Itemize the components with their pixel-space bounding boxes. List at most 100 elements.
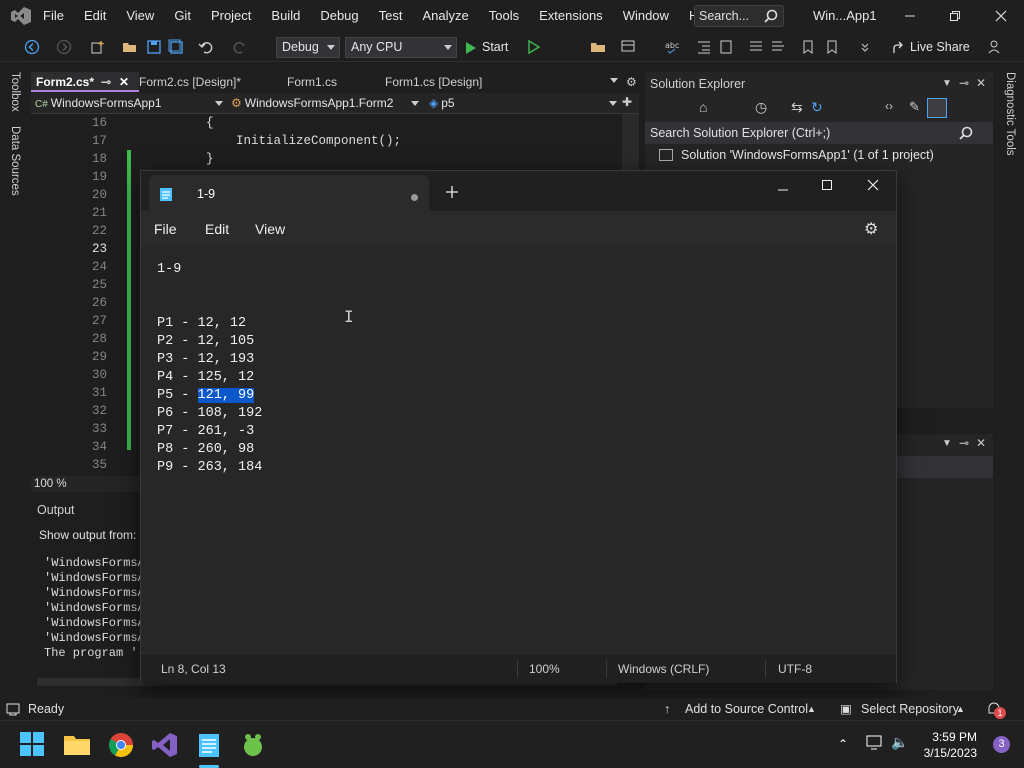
project-dropdown[interactable]: C# WindowsFormsApp1: [35, 93, 225, 113]
visual-studio-logo-icon[interactable]: [10, 6, 32, 26]
tab-form1-cs[interactable]: Form1.cs: [287, 72, 385, 92]
undo-icon[interactable]: [198, 39, 214, 55]
network-icon[interactable]: [866, 735, 884, 751]
save-all-icon[interactable]: [168, 39, 184, 55]
close-icon[interactable]: [867, 179, 879, 191]
chrome-icon[interactable]: [107, 731, 135, 759]
pin-icon[interactable]: ⊸: [959, 436, 969, 450]
home-icon[interactable]: ⌂: [699, 99, 707, 115]
tab-form2-cs[interactable]: Form2.cs* ⊸ ✕: [31, 72, 139, 92]
member-dropdown[interactable]: ◈ p5: [429, 93, 619, 113]
diagnostic-tools-tab[interactable]: Diagnostic Tools: [1004, 72, 1016, 156]
line-number: 23: [91, 242, 107, 256]
class-dropdown[interactable]: ⚙ WindowsFormsApp1.Form2: [231, 93, 421, 113]
platform-dropdown[interactable]: Any CPU: [345, 37, 457, 58]
split-editor-icon[interactable]: ✚: [622, 95, 632, 109]
status-divider: [765, 660, 766, 678]
menu-view[interactable]: View: [116, 0, 164, 32]
close-icon[interactable]: ✕: [976, 436, 986, 450]
settings-icon[interactable]: ⚙: [626, 75, 637, 89]
solution-explorer-search[interactable]: Search Solution Explorer (Ctrl+;): [645, 122, 993, 144]
start-button[interactable]: Start: [462, 37, 508, 58]
data-sources-tab[interactable]: Data Sources: [9, 126, 21, 196]
notepad-menu-file[interactable]: File: [154, 221, 177, 237]
close-icon[interactable]: [993, 8, 1009, 24]
properties-icon[interactable]: ✎: [909, 99, 920, 115]
select-repository[interactable]: Select Repository: [861, 698, 959, 720]
editor-zoom-level[interactable]: 100 %: [34, 476, 67, 492]
settings-icon[interactable]: ⚙: [864, 219, 878, 239]
redo-icon[interactable]: [232, 39, 248, 55]
unsaved-indicator-icon[interactable]: [411, 194, 418, 201]
view-code-icon[interactable]: ‹›: [885, 99, 893, 113]
toolbox-tab[interactable]: Toolbox: [9, 72, 21, 112]
taskbar-clock[interactable]: 3:59 PM 3/15/2023: [924, 729, 977, 761]
tab-list-dropdown-icon[interactable]: [609, 77, 619, 85]
close-icon[interactable]: ✕: [976, 76, 986, 90]
sync-icon[interactable]: ⇆: [791, 99, 803, 116]
solution-root-node[interactable]: Solution 'WindowsFormsApp1' (1 of 1 proj…: [659, 146, 934, 164]
format-icon[interactable]: [718, 39, 734, 55]
start-without-debugging-icon[interactable]: [526, 39, 542, 55]
minimize-icon[interactable]: [902, 8, 918, 24]
menu-project[interactable]: Project: [201, 0, 261, 32]
vs-search-box[interactable]: Search...: [694, 5, 784, 27]
indent-icon[interactable]: [696, 39, 712, 55]
bookmark-icon[interactable]: [800, 39, 816, 55]
new-project-icon[interactable]: [90, 39, 106, 55]
tab-form2-design[interactable]: Form2.cs [Design]*: [139, 72, 287, 92]
menu-window[interactable]: Window: [613, 0, 679, 32]
refresh-icon[interactable]: ↻: [811, 99, 823, 116]
menu-extensions[interactable]: Extensions: [529, 0, 613, 32]
preview-toggle-icon[interactable]: [927, 98, 947, 118]
visual-studio-icon[interactable]: [151, 731, 179, 759]
volume-icon[interactable]: 🔈: [891, 734, 908, 751]
menu-debug[interactable]: Debug: [310, 0, 368, 32]
notification-badge[interactable]: 3: [993, 736, 1010, 753]
menu-file[interactable]: File: [33, 0, 74, 32]
menu-tools[interactable]: Tools: [479, 0, 529, 32]
restore-icon[interactable]: [947, 8, 963, 24]
maximize-icon[interactable]: [821, 179, 833, 191]
menu-test[interactable]: Test: [369, 0, 413, 32]
repository-icon: ▣: [840, 702, 852, 716]
feedback-icon[interactable]: [988, 39, 1004, 55]
forward-icon[interactable]: [56, 39, 72, 55]
start-icon[interactable]: [19, 731, 47, 759]
git-icon[interactable]: [239, 731, 267, 759]
add-to-source-control[interactable]: Add to Source Control: [685, 698, 808, 720]
notepad-text-area[interactable]: 1-9 P1 - 12, 12 P2 - 12, 105 P3 - 12, 193 P4…: [141, 247, 896, 653]
uncomment-icon[interactable]: [770, 39, 786, 55]
spell-check-icon[interactable]: abc: [664, 39, 680, 55]
pin-icon[interactable]: ⊸: [101, 72, 111, 92]
notepad-tab[interactable]: 1-9: [149, 175, 429, 211]
layout-icon[interactable]: [620, 39, 636, 55]
notepad-icon[interactable]: [195, 731, 223, 759]
dropdown-icon[interactable]: ▼: [942, 438, 952, 449]
output-title: Output: [37, 503, 75, 517]
open-folder-icon[interactable]: [122, 39, 138, 55]
notepad-menu-edit[interactable]: Edit: [205, 221, 229, 237]
new-tab-icon[interactable]: [446, 186, 458, 198]
notepad-menu-view[interactable]: View: [255, 221, 285, 237]
configuration-dropdown[interactable]: Debug: [276, 37, 340, 58]
toolbar-overflow-icon[interactable]: [860, 39, 876, 55]
menu-edit[interactable]: Edit: [74, 0, 116, 32]
back-icon[interactable]: [24, 39, 40, 55]
dropdown-icon[interactable]: ▼: [942, 78, 952, 89]
bookmark-next-icon[interactable]: [824, 39, 840, 55]
chevron-up-icon[interactable]: ⌃: [838, 737, 848, 751]
solution-folder-icon[interactable]: [590, 39, 606, 55]
tab-form1-design[interactable]: Form1.cs [Design]: [385, 72, 605, 92]
pin-icon[interactable]: ⊸: [959, 76, 969, 90]
menu-build[interactable]: Build: [261, 0, 310, 32]
menu-git[interactable]: Git: [164, 0, 201, 32]
comment-icon[interactable]: [748, 39, 764, 55]
close-icon[interactable]: ✕: [119, 72, 129, 92]
file-explorer-icon[interactable]: [63, 731, 91, 759]
minimize-icon[interactable]: [777, 184, 789, 196]
live-share-button[interactable]: Live Share: [890, 37, 970, 58]
history-icon[interactable]: ◷: [755, 99, 767, 116]
menu-analyze[interactable]: Analyze: [412, 0, 478, 32]
save-icon[interactable]: [146, 39, 162, 55]
